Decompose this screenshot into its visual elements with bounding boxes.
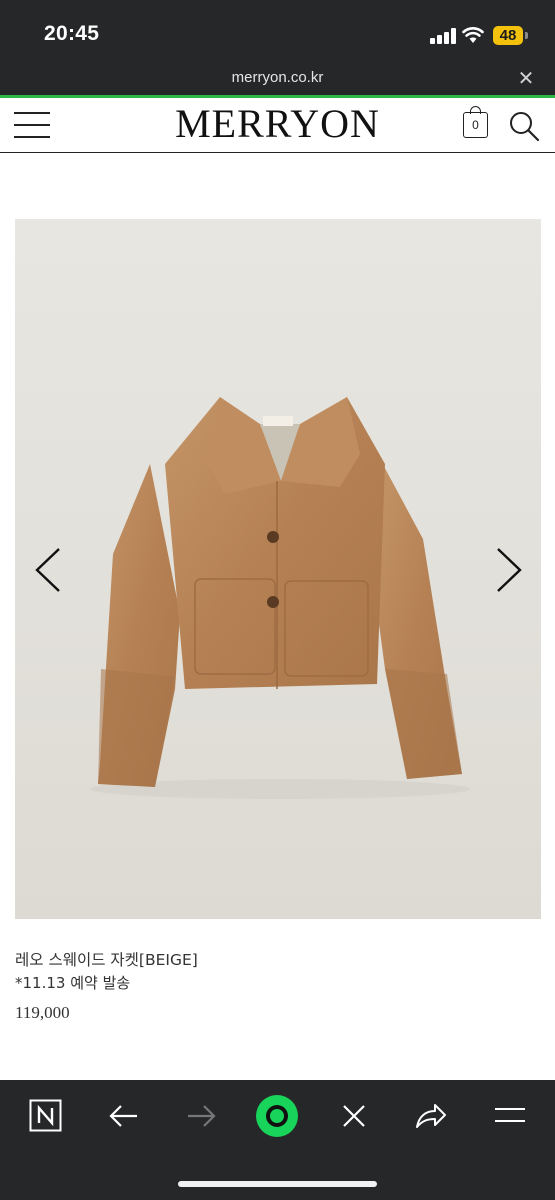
back-icon[interactable] [108, 1100, 140, 1132]
product-price: 119,000 [15, 1003, 70, 1022]
product-image[interactable] [15, 219, 541, 919]
signal-icon [430, 28, 456, 44]
product-note: *11.13 예약 발송 [15, 974, 131, 992]
product-name[interactable]: 레오 스웨이드 자켓[BEIGE] [15, 948, 198, 970]
cart-icon[interactable]: 0 [463, 106, 488, 138]
hamburger-icon[interactable] [494, 1106, 526, 1124]
browser-top-bar: 20:45 48 merryon.co.kr ✕ [0, 0, 555, 95]
cart-count: 0 [472, 118, 479, 132]
green-dot-icon[interactable] [256, 1095, 298, 1137]
status-time: 20:45 [44, 22, 100, 45]
battery-icon: 48 [493, 26, 523, 45]
menu-icon[interactable] [14, 112, 50, 138]
wifi-icon [462, 27, 484, 43]
address-bar[interactable]: merryon.co.kr [0, 69, 555, 86]
site-header: MERRYON 0 [0, 98, 555, 153]
forward-icon[interactable] [185, 1100, 217, 1132]
battery-nub [525, 32, 528, 39]
home-indicator[interactable] [178, 1181, 377, 1187]
jacket-illustration [90, 397, 470, 799]
search-icon[interactable] [508, 110, 540, 142]
share-icon[interactable] [414, 1100, 448, 1132]
close-icon[interactable]: ✕ [515, 66, 537, 91]
chevron-right-icon[interactable] [494, 545, 524, 595]
close-icon[interactable] [342, 1104, 366, 1128]
naver-icon[interactable] [29, 1099, 62, 1132]
chevron-left-icon[interactable] [33, 545, 63, 595]
